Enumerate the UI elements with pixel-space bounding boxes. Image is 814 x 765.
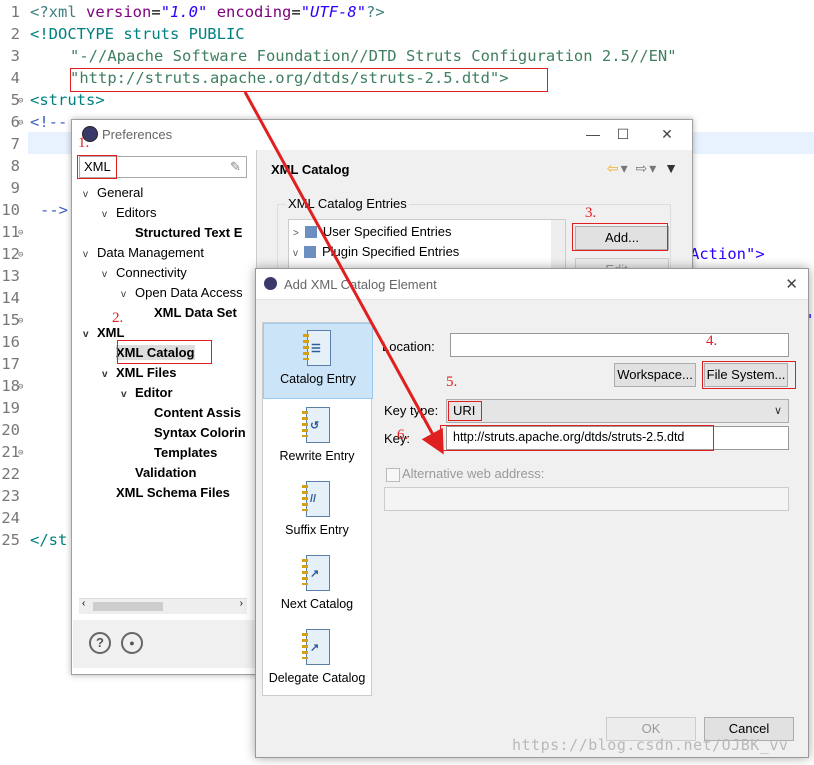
annotation-arrow xyxy=(243,91,444,455)
arrow-head xyxy=(243,91,444,455)
watermark: https://blog.csdn.net/OJBK_vv xyxy=(512,736,789,754)
